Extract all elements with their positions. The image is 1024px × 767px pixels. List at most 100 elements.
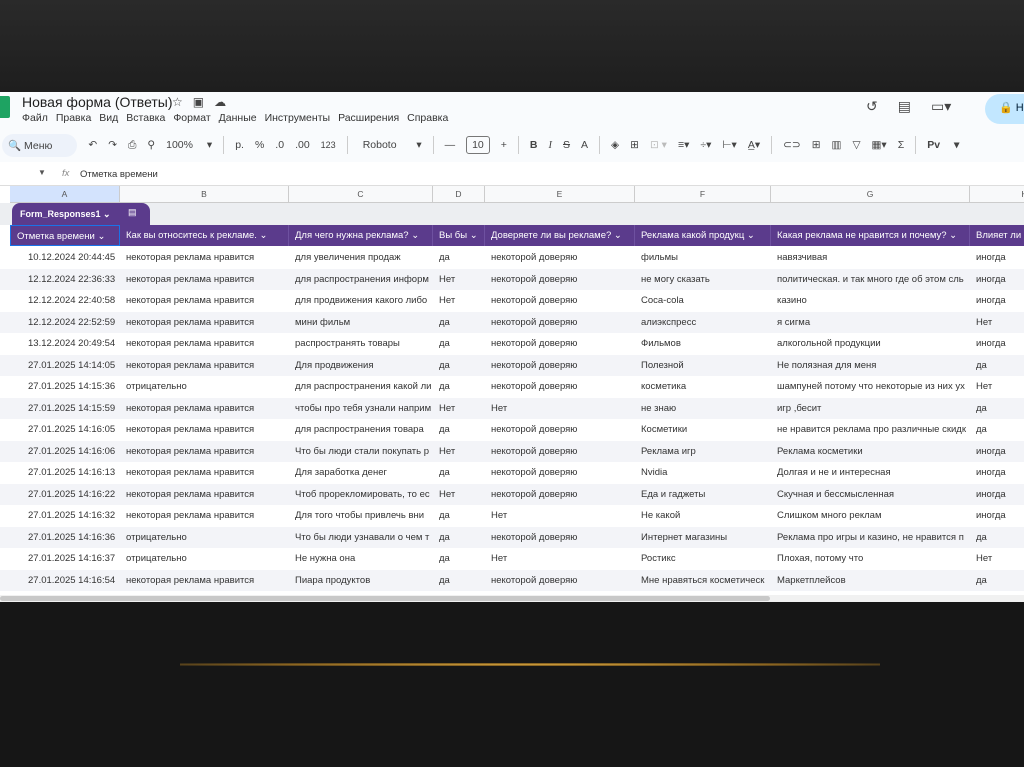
- share-button[interactable]: 🔒 Н: [985, 94, 1024, 124]
- chevron-down-icon[interactable]: ⌄: [611, 230, 622, 241]
- field-header[interactable]: Для чего нужна реклама? ⌄: [289, 225, 433, 246]
- table-cell[interactable]: Мне нравяться косметическ: [635, 570, 771, 592]
- horizontal-scrollbar[interactable]: [0, 595, 1024, 602]
- menu-item[interactable]: Справка: [407, 112, 448, 124]
- table-cell[interactable]: да: [433, 462, 485, 484]
- table-cell[interactable]: да: [433, 505, 485, 527]
- table-cell[interactable]: для распространения товара: [289, 419, 433, 441]
- table-cell[interactable]: не нравится реклама про различные скидк: [771, 419, 970, 441]
- text-color-button[interactable]: A: [581, 139, 588, 151]
- column-header-f[interactable]: F: [635, 186, 771, 203]
- column-header-h[interactable]: H: [970, 186, 1024, 203]
- filter-icon[interactable]: ▽: [852, 139, 860, 151]
- table-cell[interactable]: некоторой доверяю: [485, 312, 635, 334]
- star-icon[interactable]: ☆: [172, 95, 183, 109]
- menu-item[interactable]: Файл: [22, 112, 48, 124]
- text-wrap-icon[interactable]: ⊢▾: [722, 139, 736, 151]
- table-cell[interactable]: некоторая реклама нравится: [120, 290, 289, 312]
- table-cell[interactable]: 27.01.2025 14:14:05: [10, 355, 120, 377]
- table-cell[interactable]: некоторой доверяю: [485, 570, 635, 592]
- menu-search[interactable]: 🔍 Меню: [2, 133, 78, 157]
- table-cell[interactable]: для продвижения какого либо: [289, 290, 433, 312]
- zoom-select[interactable]: 100% ▾: [166, 139, 212, 151]
- table-cell[interactable]: Не нужна она: [289, 548, 433, 570]
- paint-format-icon[interactable]: ⚲: [147, 139, 155, 151]
- italic-button[interactable]: I: [549, 140, 553, 151]
- currency-format-button[interactable]: р.: [235, 139, 244, 151]
- chevron-down-icon[interactable]: ⌄: [467, 230, 478, 241]
- merge-cells-icon[interactable]: ⊡ ▾: [650, 139, 667, 151]
- table-cell[interactable]: не могу сказать: [635, 269, 771, 291]
- table-cell[interactable]: отрицательно: [120, 376, 289, 398]
- menu-item[interactable]: Инструменты: [265, 112, 330, 124]
- table-cell[interactable]: игр ,бесит: [771, 398, 970, 420]
- undo-icon[interactable]: ↶: [88, 139, 97, 151]
- table-cell[interactable]: да: [433, 312, 485, 334]
- table-cell[interactable]: 27.01.2025 14:16:37: [10, 548, 120, 570]
- table-cell[interactable]: иногда: [970, 333, 1024, 355]
- chevron-down-icon[interactable]: ⌄: [744, 230, 755, 241]
- table-cell[interactable]: некоторая реклама нравится: [120, 441, 289, 463]
- table-cell[interactable]: да: [433, 355, 485, 377]
- table-cell[interactable]: Маркетплейсов: [771, 570, 970, 592]
- table-cell[interactable]: Плохая, потому что: [771, 548, 970, 570]
- table-cell[interactable]: Реклама косметики: [771, 441, 970, 463]
- vertical-align-icon[interactable]: ÷▾: [700, 139, 711, 151]
- table-cell[interactable]: чтобы про тебя узнали наприм: [289, 398, 433, 420]
- column-header-d[interactable]: D: [433, 186, 485, 203]
- meet-icon[interactable]: ▭▾: [931, 98, 951, 115]
- table-cell[interactable]: иногда: [970, 441, 1024, 463]
- table-cell[interactable]: отрицательно: [120, 527, 289, 549]
- table-cell[interactable]: 12.12.2024 22:40:58: [10, 290, 120, 312]
- scrollbar-thumb[interactable]: [0, 596, 770, 601]
- table-cell[interactable]: казино: [771, 290, 970, 312]
- table-cell[interactable]: 27.01.2025 14:16:06: [10, 441, 120, 463]
- name-box-dropdown-icon[interactable]: ▼: [38, 168, 46, 177]
- table-cell[interactable]: Нет: [485, 548, 635, 570]
- print-icon[interactable]: ⎙: [128, 139, 136, 152]
- table-cell[interactable]: Для того чтобы привлечь вни: [289, 505, 433, 527]
- field-header[interactable]: Вы бы ⌄: [433, 225, 485, 246]
- insert-link-icon[interactable]: ⊂⊃: [783, 139, 801, 151]
- table-cell[interactable]: Нет: [970, 376, 1024, 398]
- table-cell[interactable]: да: [433, 527, 485, 549]
- table-cell[interactable]: политическая. и так много где об этом сл…: [771, 269, 970, 291]
- table-cell[interactable]: алкогольной продукции: [771, 333, 970, 355]
- table-cell[interactable]: 27.01.2025 14:16:54: [10, 570, 120, 592]
- table-cell[interactable]: 27.01.2025 14:16:13: [10, 462, 120, 484]
- table-cell[interactable]: я сигма: [771, 312, 970, 334]
- table-cell[interactable]: да: [970, 570, 1024, 592]
- column-header-e[interactable]: E: [485, 186, 635, 203]
- table-cell[interactable]: Ростикс: [635, 548, 771, 570]
- table-cell[interactable]: некоторая реклама нравится: [120, 570, 289, 592]
- table-cell[interactable]: Нет: [485, 505, 635, 527]
- table-cell[interactable]: для распространения какой ли: [289, 376, 433, 398]
- table-cell[interactable]: Что бы люди узнавали о чем т: [289, 527, 433, 549]
- table-cell[interactable]: некоторой доверяю: [485, 290, 635, 312]
- field-header[interactable]: Отметка времени ⌄: [10, 225, 120, 246]
- table-cell[interactable]: Полезной: [635, 355, 771, 377]
- table-cell[interactable]: Фильмов: [635, 333, 771, 355]
- table-cell[interactable]: Реклама про игры и казино, не нравится п: [771, 527, 970, 549]
- table-cell[interactable]: Еда и гаджеты: [635, 484, 771, 506]
- table-cell[interactable]: Нет: [433, 441, 485, 463]
- table-cell[interactable]: некоторая реклама нравится: [120, 505, 289, 527]
- text-rotation-icon[interactable]: A̲▾: [748, 139, 760, 151]
- table-cell[interactable]: некоторая реклама нравится: [120, 312, 289, 334]
- table-cell[interactable]: Не полязная для меня: [771, 355, 970, 377]
- table-cell[interactable]: некоторая реклама нравится: [120, 269, 289, 291]
- chevron-down-icon[interactable]: ⌄: [257, 230, 268, 241]
- menu-item[interactable]: Правка: [56, 112, 91, 124]
- increase-decimal-button[interactable]: .00: [295, 139, 310, 151]
- table-cell[interactable]: некоторой доверяю: [485, 247, 635, 269]
- table-cell[interactable]: 13.12.2024 20:49:54: [10, 333, 120, 355]
- table-cell[interactable]: Для заработка денег: [289, 462, 433, 484]
- table-cell[interactable]: Нет: [433, 290, 485, 312]
- formula-input[interactable]: Отметка времени: [80, 169, 158, 180]
- table-cell[interactable]: иногда: [970, 505, 1024, 527]
- table-cell[interactable]: Нет: [970, 312, 1024, 334]
- menu-item[interactable]: Формат: [173, 112, 210, 124]
- table-cell[interactable]: Нет: [970, 548, 1024, 570]
- table-cell[interactable]: некоторая реклама нравится: [120, 419, 289, 441]
- redo-icon[interactable]: ↷: [108, 139, 117, 151]
